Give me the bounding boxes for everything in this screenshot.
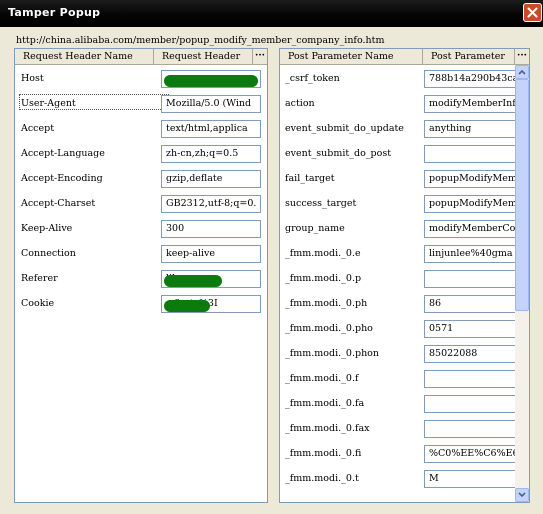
request-header-value-input[interactable]: keep-alive [161,245,261,263]
request-header-value-input[interactable]: Mozilla/5.0 (Wind [161,95,261,113]
request-header-value-input[interactable]: zh-cn,zh;q=0.5 [161,145,261,163]
request-header-name: Accept-Language [21,148,105,159]
post-parameter-value-input[interactable]: popupModifyMemb [424,170,516,188]
arrow-up-icon [518,69,526,75]
post-parameter-name: _fmm.modi._0.fi [285,448,362,459]
request-header-value-input[interactable]: 300 [161,220,261,238]
request-headers-panel: Request Header Name Request Header ··· H… [14,48,268,503]
scroll-up-button[interactable] [515,65,529,79]
post-parameter-name: _csrf_token [285,73,340,84]
post-parameter-value-input[interactable]: anything [424,120,516,138]
post-parameter-value-input[interactable] [424,420,516,438]
request-header-name: Accept-Charset [21,198,96,209]
post-parameter-name: _fmm.modi._0.e [285,248,361,259]
request-header-value-input[interactable]: text/html,applica [161,120,261,138]
post-parameter-value-input[interactable] [424,370,516,388]
request-header-name-column[interactable]: Request Header Name [15,49,154,65]
post-parameter-name: event_submit_do_update [285,123,404,134]
post-parameter-name: _fmm.modi._0.pho [285,323,373,334]
window-title: Tamper Popup [8,6,101,19]
request-header-name: Keep-Alive [21,223,73,234]
request-header-value-input[interactable]: lib [161,270,261,288]
post-parameter-name: _fmm.modi._0.fax [285,423,370,434]
post-parameter-name: action [285,98,315,109]
post-parameter-value-input[interactable] [424,270,516,288]
post-parameter-value-input[interactable]: %C0%EE%C6%E6 [424,445,516,463]
close-button[interactable] [523,3,542,22]
post-parameter-value-input[interactable]: modifyMemberCom [424,220,516,238]
redaction-mark [164,75,258,87]
request-header-columns-menu-button[interactable]: ··· [253,49,267,65]
post-parameter-name: _fmm.modi._0.fa [285,398,365,409]
arrow-down-icon [518,492,526,498]
post-parameter-name: fail_target [285,173,335,184]
post-parameter-name: _fmm.modi._0.t [285,473,359,484]
post-parameter-value-input[interactable]: popupModifyMemb [424,195,516,213]
post-parameter-name: _fmm.modi._0.f [285,373,359,384]
redaction-mark [164,275,222,287]
post-parameter-value-input[interactable]: M [424,470,516,488]
request-url: http://china.alibaba.com/member/popup_mo… [16,35,385,46]
request-header-name: Accept-Encoding [21,173,103,184]
request-header-name: Host [21,73,44,84]
close-icon [527,7,538,18]
post-parameters-panel: Post Parameter Name Post Parameter ··· _… [279,48,530,503]
title-bar: Tamper Popup [0,0,543,27]
request-header-value-input[interactable]: =firstv%3I [161,295,261,313]
request-header-name: Cookie [21,298,55,309]
scrollbar-thumb[interactable] [515,79,529,311]
redaction-mark [164,300,210,312]
post-parameter-name: success_target [285,198,357,209]
post-parameter-columns-menu-button[interactable]: ··· [515,49,529,65]
request-header-value-input[interactable] [161,70,261,88]
request-header-name: User-Agent [21,98,76,109]
post-parameter-name: event_submit_do_post [285,148,392,159]
post-parameters-scrollbar[interactable] [515,65,529,502]
post-parameter-value-input[interactable] [424,145,516,163]
post-parameter-value-input[interactable]: 788b14a290b43ca [424,70,516,88]
post-parameter-name: group_name [285,223,345,234]
request-header-value-input[interactable]: GB2312,utf-8;q=0. [161,195,261,213]
post-parameter-value-input[interactable] [424,395,516,413]
post-parameter-name: _fmm.modi._0.phon [285,348,380,359]
request-header-value-input[interactable]: gzip,deflate [161,170,261,188]
post-parameter-value-column[interactable]: Post Parameter [423,49,515,65]
request-header-value-column[interactable]: Request Header [154,49,253,65]
post-parameter-value-input[interactable]: 0571 [424,320,516,338]
post-parameter-value-input[interactable]: linjunlee%40gma [424,245,516,263]
post-parameter-value-input[interactable]: 85022088 [424,345,516,363]
post-parameter-name: _fmm.modi._0.ph [285,298,368,309]
request-header-name: Accept [21,123,55,134]
post-parameter-value-input[interactable]: 86 [424,295,516,313]
scroll-down-button[interactable] [515,488,529,502]
request-header-name: Connection [21,248,76,259]
post-parameter-name: _fmm.modi._0.p [285,273,362,284]
post-parameter-value-input[interactable]: modifyMemberInf [424,95,516,113]
request-header-name: Referer [21,273,58,284]
post-parameter-name-column[interactable]: Post Parameter Name [280,49,423,65]
